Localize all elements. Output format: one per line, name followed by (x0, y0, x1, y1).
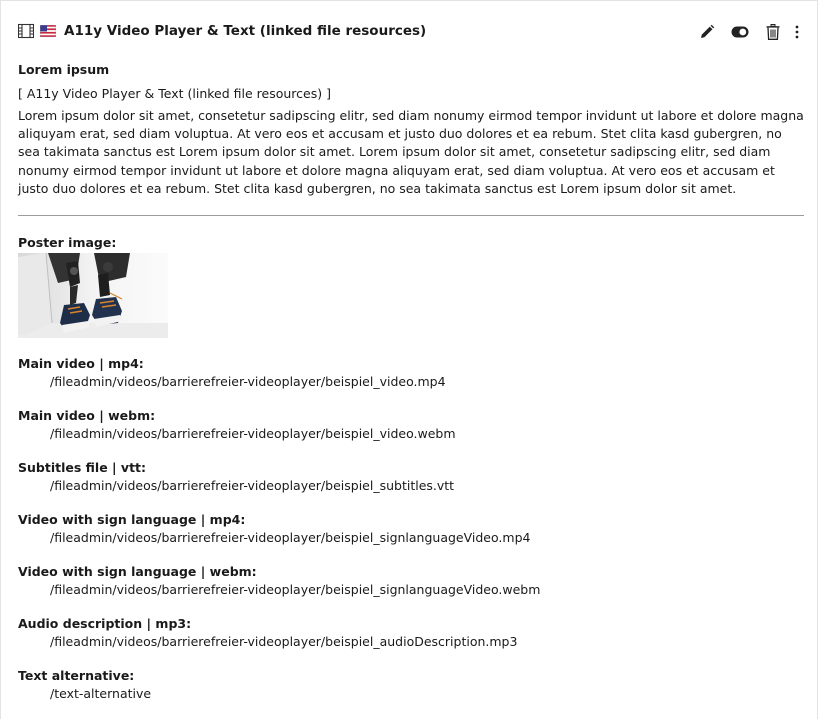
header-actions (698, 23, 803, 41)
resource-path: /fileadmin/videos/barrierefreier-videopl… (50, 478, 455, 494)
element-body: Lorem ipsum [ A11y Video Player & Text (… (18, 62, 804, 702)
us-flag-icon (39, 24, 57, 38)
resource-item: Video with sign language | webm: /fileadm… (18, 564, 804, 598)
resource-label: Audio description | mp3: (18, 616, 192, 632)
resource-item: Main video | mp4: /fileadmin/videos/barri… (18, 356, 804, 390)
resource-label: Subtitles file | vtt: (18, 460, 147, 476)
resource-path: /fileadmin/videos/barrierefreier-videopl… (50, 426, 456, 442)
resource-label: Video with sign language | mp4: (18, 512, 246, 528)
edit-icon[interactable] (698, 23, 716, 41)
resource-list: Main video | mp4: /fileadmin/videos/barri… (18, 356, 804, 702)
resource-path: /fileadmin/videos/barrierefreier-videopl… (50, 582, 541, 598)
headline: Lorem ipsum (18, 62, 110, 77)
element-title: A11y Video Player & Text (linked file re… (64, 23, 427, 39)
trash-icon[interactable] (764, 23, 782, 41)
resource-item: Subtitles file | vtt: /fileadmin/videos/b… (18, 460, 804, 494)
resource-item: Audio description | mp3: /fileadmin/video… (18, 616, 804, 650)
content-element-preview: A11y Video Player & Text (linked file re… (0, 0, 818, 719)
toggle-icon[interactable] (731, 23, 749, 41)
element-header: A11y Video Player & Text (linked file re… (1, 1, 817, 63)
resource-label: Main video | webm: (18, 408, 156, 424)
resource-item: Text alternative: /text-alternative (18, 668, 804, 702)
content-type-label: [ A11y Video Player & Text (linked file … (18, 86, 331, 101)
poster-section: Poster image: (18, 235, 804, 339)
resource-path: /text-alternative (50, 686, 152, 702)
film-icon (17, 23, 35, 39)
resource-path: /fileadmin/videos/barrierefreier-videopl… (50, 530, 531, 546)
resource-item: Video with sign language | mp4: /fileadmi… (18, 512, 804, 546)
resource-label: Main video | mp4: (18, 356, 144, 372)
header-left: A11y Video Player & Text (linked file re… (17, 23, 427, 39)
resource-item: Main video | webm: /fileadmin/videos/barr… (18, 408, 804, 442)
resource-label: Video with sign language | webm: (18, 564, 257, 580)
more-icon[interactable] (791, 23, 803, 41)
resource-path: /fileadmin/videos/barrierefreier-videopl… (50, 634, 518, 650)
poster-thumbnail[interactable] (18, 253, 168, 339)
divider (18, 215, 804, 217)
resource-path: /fileadmin/videos/barrierefreier-videopl… (50, 374, 446, 390)
resource-label: Text alternative: (18, 668, 135, 684)
poster-label: Poster image: (18, 235, 117, 251)
bodytext: Lorem ipsum dolor sit amet, consetetur s… (18, 108, 804, 196)
